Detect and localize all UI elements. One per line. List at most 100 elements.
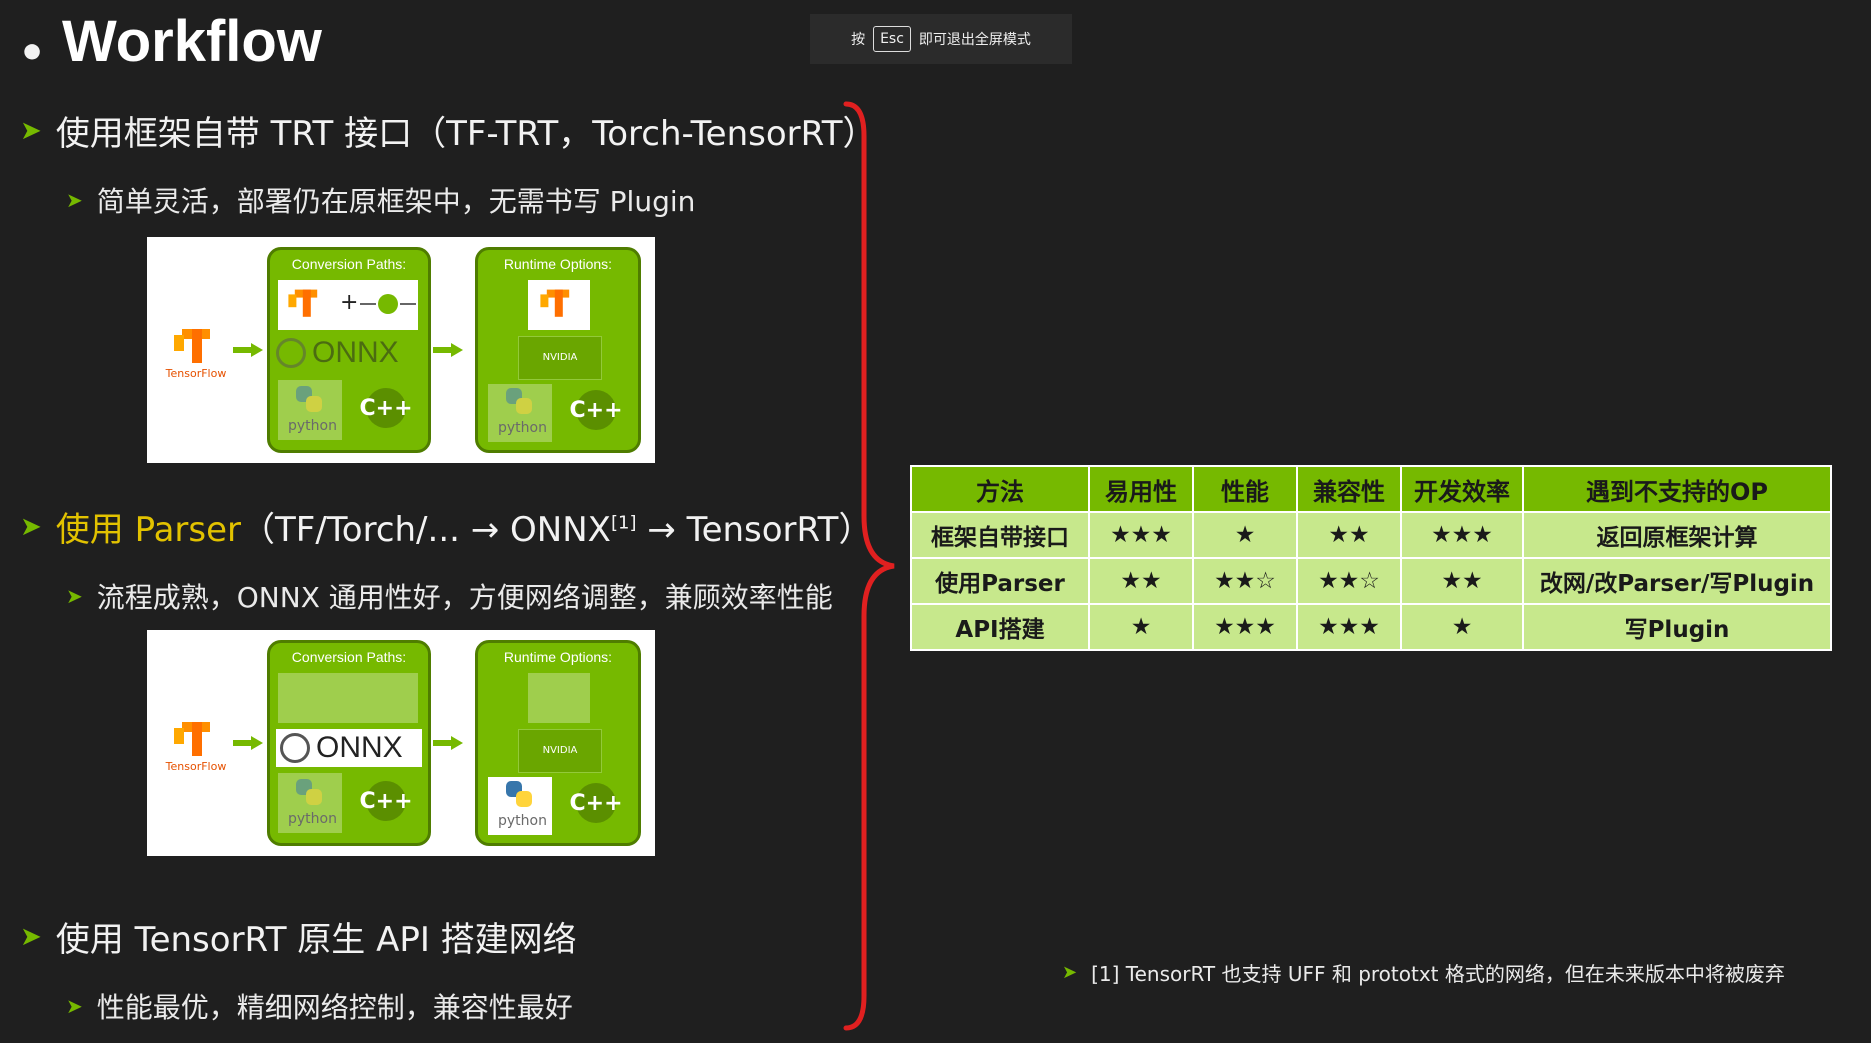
table-header-cell: 兼容性 [1296, 465, 1402, 513]
onnx-label: ONNX [280, 731, 403, 765]
tensorflow-runtime-tile [528, 280, 590, 330]
conversion-paths-title: Conversion Paths: [291, 256, 407, 272]
bullet-1: ➤ 使用框架自带 TRT 接口（TF-TRT，Torch-TensorRT） [20, 106, 877, 155]
tensorflow-logo: TensorFlow [161, 720, 231, 773]
arrow-icon [233, 736, 263, 750]
table-header-cell: 开发效率 [1400, 465, 1524, 513]
tf-trt-tile: + [278, 280, 418, 330]
table-cell: API搭建 [910, 603, 1090, 651]
bullet-3-sub: ➤ 性能最优，精细网络控制，兼容性最好 [66, 986, 573, 1026]
onnx-text: ONNX [316, 731, 403, 764]
python-label: python [288, 811, 337, 827]
table-cell: 使用Parser [910, 557, 1090, 605]
onnx-icon [276, 338, 306, 368]
comparison-table: 方法 易用性 性能 兼容性 开发效率 遇到不支持的OP 框架自带接口 ★★★ ★… [910, 465, 1832, 651]
conversion-paths-title: Conversion Paths: [291, 649, 407, 665]
onnx-tile: ONNX [276, 729, 422, 767]
tensorflow-label: TensorFlow [165, 760, 227, 773]
plus-sign: + [340, 290, 359, 315]
python-icon [504, 779, 534, 809]
python-label: python [498, 813, 547, 829]
sub-arrow-icon: ➤ [66, 584, 83, 608]
python-label: python [498, 420, 547, 436]
runtime-options-panel: Runtime Options: NVIDIA python C++ [475, 640, 641, 846]
workflow-diagram-1: TensorFlow Conversion Paths: + ONNX pyth… [147, 237, 655, 463]
onnx-text: ONNX [312, 336, 399, 369]
table-cell: ★ [1400, 603, 1524, 651]
table-cell: ★ [1192, 511, 1298, 559]
conversion-paths-panel: Conversion Paths: ONNX python C++ [267, 640, 431, 846]
table-cell: ★★☆ [1192, 557, 1298, 605]
esc-suffix: 即可退出全屏模式 [918, 32, 1031, 48]
table-row: 使用Parser ★★ ★★☆ ★★☆ ★★ 改网/改Parser/写Plugi… [910, 557, 1832, 605]
bullet-arrow-icon: ➤ [20, 115, 42, 146]
nvidia-triton-tile: NVIDIA [518, 336, 602, 380]
table-cell: 框架自带接口 [910, 511, 1090, 559]
footnote: ➤ [1] TensorRT 也支持 UFF 和 prototxt 格式的网络，… [1062, 958, 1785, 987]
python-icon [294, 777, 324, 807]
table-cell: ★★☆ [1296, 557, 1402, 605]
runtime-options-title: Runtime Options: [503, 256, 613, 272]
bullet-1-title: 使用框架自带 TRT 接口（TF-TRT，Torch-TensorRT） [55, 114, 877, 154]
bullet-2-highlight: 使用 Parser [55, 510, 242, 550]
arrow-icon [433, 343, 463, 357]
table-cell: ★★ [1400, 557, 1524, 605]
table-header-row: 方法 易用性 性能 兼容性 开发效率 遇到不支持的OP [910, 465, 1832, 513]
sub-arrow-icon: ➤ [66, 188, 83, 212]
tensorflow-logo: TensorFlow [161, 327, 231, 380]
onnx-label-dim: ONNX [276, 336, 399, 370]
table-cell: ★★★ [1400, 511, 1524, 559]
tensorflow-runtime-tile [528, 673, 590, 723]
workflow-diagram-2: TensorFlow Conversion Paths: ONNX python… [147, 630, 655, 856]
table-cell: 写Plugin [1522, 603, 1832, 651]
bullet-2-sub: ➤ 流程成熟，ONNX 通用性好，方便网络调整，兼顾效率性能 [66, 576, 833, 616]
page-title: Workflow [62, 9, 322, 74]
table-row: 框架自带接口 ★★★ ★ ★★ ★★★ 返回原框架计算 [910, 511, 1832, 559]
curly-brace-icon [843, 101, 895, 1031]
table-header-cell: 性能 [1192, 465, 1298, 513]
table-cell: ★★ [1088, 557, 1194, 605]
bullet-2: ➤ 使用 Parser（TF/Torch/... → ONNX[1] → Ten… [20, 502, 872, 551]
sub-arrow-icon: ➤ [66, 994, 83, 1018]
tensorflow-label: TensorFlow [165, 367, 227, 380]
bullet-3-sub-text: 性能最优，精细网络控制，兼容性最好 [96, 991, 573, 1024]
arrow-icon [433, 736, 463, 750]
runtime-options-panel: Runtime Options: NVIDIA python C++ [475, 247, 641, 453]
table-row: API搭建 ★ ★★★ ★★★ ★ 写Plugin [910, 603, 1832, 651]
tf-trt-tile [278, 673, 418, 723]
bullet-3-title: 使用 TensorRT 原生 API 搭建网络 [55, 920, 577, 960]
python-icon [294, 384, 324, 414]
cpp-icon: C++ [360, 781, 413, 821]
python-label: python [288, 418, 337, 434]
table-cell: ★★★ [1296, 603, 1402, 651]
bullet-3: ➤ 使用 TensorRT 原生 API 搭建网络 [20, 912, 577, 961]
runtime-options-title: Runtime Options: [503, 649, 613, 665]
bullet-arrow-icon: ➤ [20, 511, 42, 542]
cpp-icon: C++ [570, 783, 623, 823]
nvidia-triton-tile: NVIDIA [518, 729, 602, 773]
tensorflow-icon [174, 327, 218, 367]
esc-prefix: 按 [851, 32, 866, 48]
bullet-2-sub-text: 流程成熟，ONNX 通用性好，方便网络调整，兼顾效率性能 [96, 581, 833, 614]
tensorflow-icon [288, 288, 323, 320]
table-cell: 返回原框架计算 [1522, 511, 1832, 559]
footnote-ref: [1] [610, 512, 637, 534]
cpp-icon: C++ [570, 390, 623, 430]
table-cell: ★★★ [1192, 603, 1298, 651]
tensorflow-icon [540, 288, 575, 320]
bullet-arrow-icon: ➤ [20, 921, 42, 952]
conversion-paths-panel: Conversion Paths: + ONNX python C++ [267, 247, 431, 453]
footnote-arrow-icon: ➤ [1062, 962, 1078, 983]
bullet-1-sub: ➤ 简单灵活，部署仍在原框架中，无需书写 Plugin [66, 180, 695, 220]
title-bullet: • [18, 28, 47, 79]
footnote-text: [1] TensorRT 也支持 UFF 和 prototxt 格式的网络，但在… [1091, 962, 1785, 986]
cpp-icon: C++ [360, 388, 413, 428]
table-cell: ★ [1088, 603, 1194, 651]
bullet-2-mid: （TF/Torch/... → ONNX [241, 510, 611, 550]
esc-key-badge: Esc [873, 26, 911, 52]
table-header-cell: 遇到不支持的OP [1522, 465, 1832, 513]
python-icon [504, 386, 534, 416]
table-cell: 改网/改Parser/写Plugin [1522, 557, 1832, 605]
table-cell: ★★ [1296, 511, 1402, 559]
table-header-cell: 方法 [910, 465, 1090, 513]
